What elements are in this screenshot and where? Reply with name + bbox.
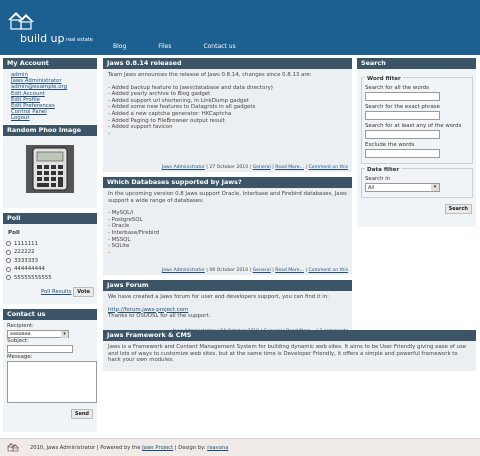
nav-files[interactable]: Files xyxy=(148,41,171,55)
radio-icon[interactable] xyxy=(6,258,11,264)
house-logo-icon[interactable] xyxy=(6,8,36,32)
nav-contact[interactable]: Contact us xyxy=(193,41,235,55)
brand-name: build up xyxy=(20,32,65,45)
photo-title: Random Phoo Image xyxy=(3,124,97,136)
main-content: Jaws 0.8.14 released Team Jaws announces… xyxy=(103,58,352,336)
about-section: Jaws Framework & CMS Jaws is a Framework… xyxy=(103,330,476,371)
word-filter-legend: Word filter xyxy=(365,76,403,82)
subject-input[interactable] xyxy=(7,344,73,353)
calculator-icon xyxy=(32,147,68,191)
post-body: We have created a Jaws forum for user an… xyxy=(103,291,352,329)
radio-icon[interactable] xyxy=(6,249,11,255)
main-nav: Blog Files Contact us xyxy=(103,41,258,55)
site-footer: 2010, Jaws Administrator | Powered by th… xyxy=(0,438,480,456)
post-meta: Jaws Administrator | 08 October 2010 | G… xyxy=(103,268,352,275)
poll-option[interactable]: 3333333 xyxy=(3,257,97,266)
search-title: Search xyxy=(357,58,476,69)
contact-box: Recipient: aaaaaaa ▾ Subject: Message: S… xyxy=(3,319,97,432)
any-words-input[interactable] xyxy=(365,130,440,139)
forum-link[interactable]: http://forum.jaws-project.com xyxy=(108,307,188,313)
recipient-select[interactable]: aaaaaaa ▾ xyxy=(7,329,69,338)
search-box: Word filter Search for all the words Sea… xyxy=(357,69,476,227)
poll-title: Poll xyxy=(8,229,20,236)
post-body: In the upcoming version 0.8 Jaws support… xyxy=(103,188,352,268)
post-title[interactable]: Jaws Forum xyxy=(103,280,352,291)
exact-phrase-input[interactable] xyxy=(365,111,440,120)
message-textarea[interactable] xyxy=(7,360,97,403)
chevron-down-icon: ▾ xyxy=(431,184,439,191)
subject-label: Subject: xyxy=(7,337,29,344)
designer-link[interactable]: raavana xyxy=(207,445,228,451)
contact-title: Contact us xyxy=(3,308,97,320)
account-box: admin Jaws Administrator admin@example.o… xyxy=(3,69,97,124)
footer-text: 2010, Jaws Administrator | Powered by th… xyxy=(30,445,229,451)
post-title[interactable]: Which Databases supported by Jaws? xyxy=(103,177,352,188)
account-item[interactable]: Logout xyxy=(3,115,97,121)
chevron-down-icon: ▾ xyxy=(61,330,68,338)
left-sidebar: My Account admin Jaws Administrator admi… xyxy=(3,58,97,432)
search-in-select[interactable]: All ▾ xyxy=(365,183,440,192)
about-body: Jaws is a Framework and Content Manageme… xyxy=(103,341,476,371)
poll-results-link[interactable]: Poll Results xyxy=(41,289,72,295)
photo-box xyxy=(3,135,97,208)
about-title: Jaws Framework & CMS xyxy=(103,330,476,341)
radio-icon[interactable] xyxy=(6,241,11,247)
poll-box: Poll 1111111 222222 3333333 444444444 55… xyxy=(3,223,97,304)
data-filter-fieldset: Data filter Search in All ▾ xyxy=(361,167,473,198)
right-sidebar: Search Word filter Search for all the wo… xyxy=(357,58,476,227)
recipient-label: Recipient: xyxy=(7,322,34,329)
search-button[interactable]: Search xyxy=(444,204,472,214)
nav-blog[interactable]: Blog xyxy=(103,41,126,55)
poll-header: Poll xyxy=(3,212,97,224)
all-words-input[interactable] xyxy=(365,92,440,101)
post-title[interactable]: Jaws 0.8.14 released xyxy=(103,58,352,69)
data-filter-legend: Data filter xyxy=(365,167,402,173)
account-title: My Account xyxy=(3,58,97,69)
radio-icon[interactable] xyxy=(6,266,11,272)
brand-tagline: real estate xyxy=(66,37,93,43)
vote-button[interactable]: Vote xyxy=(73,287,94,298)
post-meta: Jaws Administrator | 27 October 2010 | G… xyxy=(103,165,352,172)
poll-option[interactable]: 55555555555 xyxy=(3,274,97,283)
radio-icon[interactable] xyxy=(6,275,11,281)
exclude-words-input[interactable] xyxy=(365,149,440,158)
word-filter-fieldset: Word filter Search for all the words Sea… xyxy=(361,76,473,164)
poll-option[interactable]: 222222 xyxy=(3,248,97,257)
poll-option[interactable]: 1111111 xyxy=(3,240,97,249)
house-logo-icon xyxy=(7,443,19,452)
jaws-project-link[interactable]: Jaws Project xyxy=(142,445,173,451)
send-button[interactable]: Send xyxy=(70,408,93,419)
post-body: Team Jaws announces the release of Jaws … xyxy=(103,69,352,165)
message-label: Message: xyxy=(7,353,33,360)
site-header: build up real estate Blog Files Contact … xyxy=(0,0,480,55)
random-photo[interactable] xyxy=(26,144,74,193)
poll-option[interactable]: 444444444 xyxy=(3,265,97,274)
